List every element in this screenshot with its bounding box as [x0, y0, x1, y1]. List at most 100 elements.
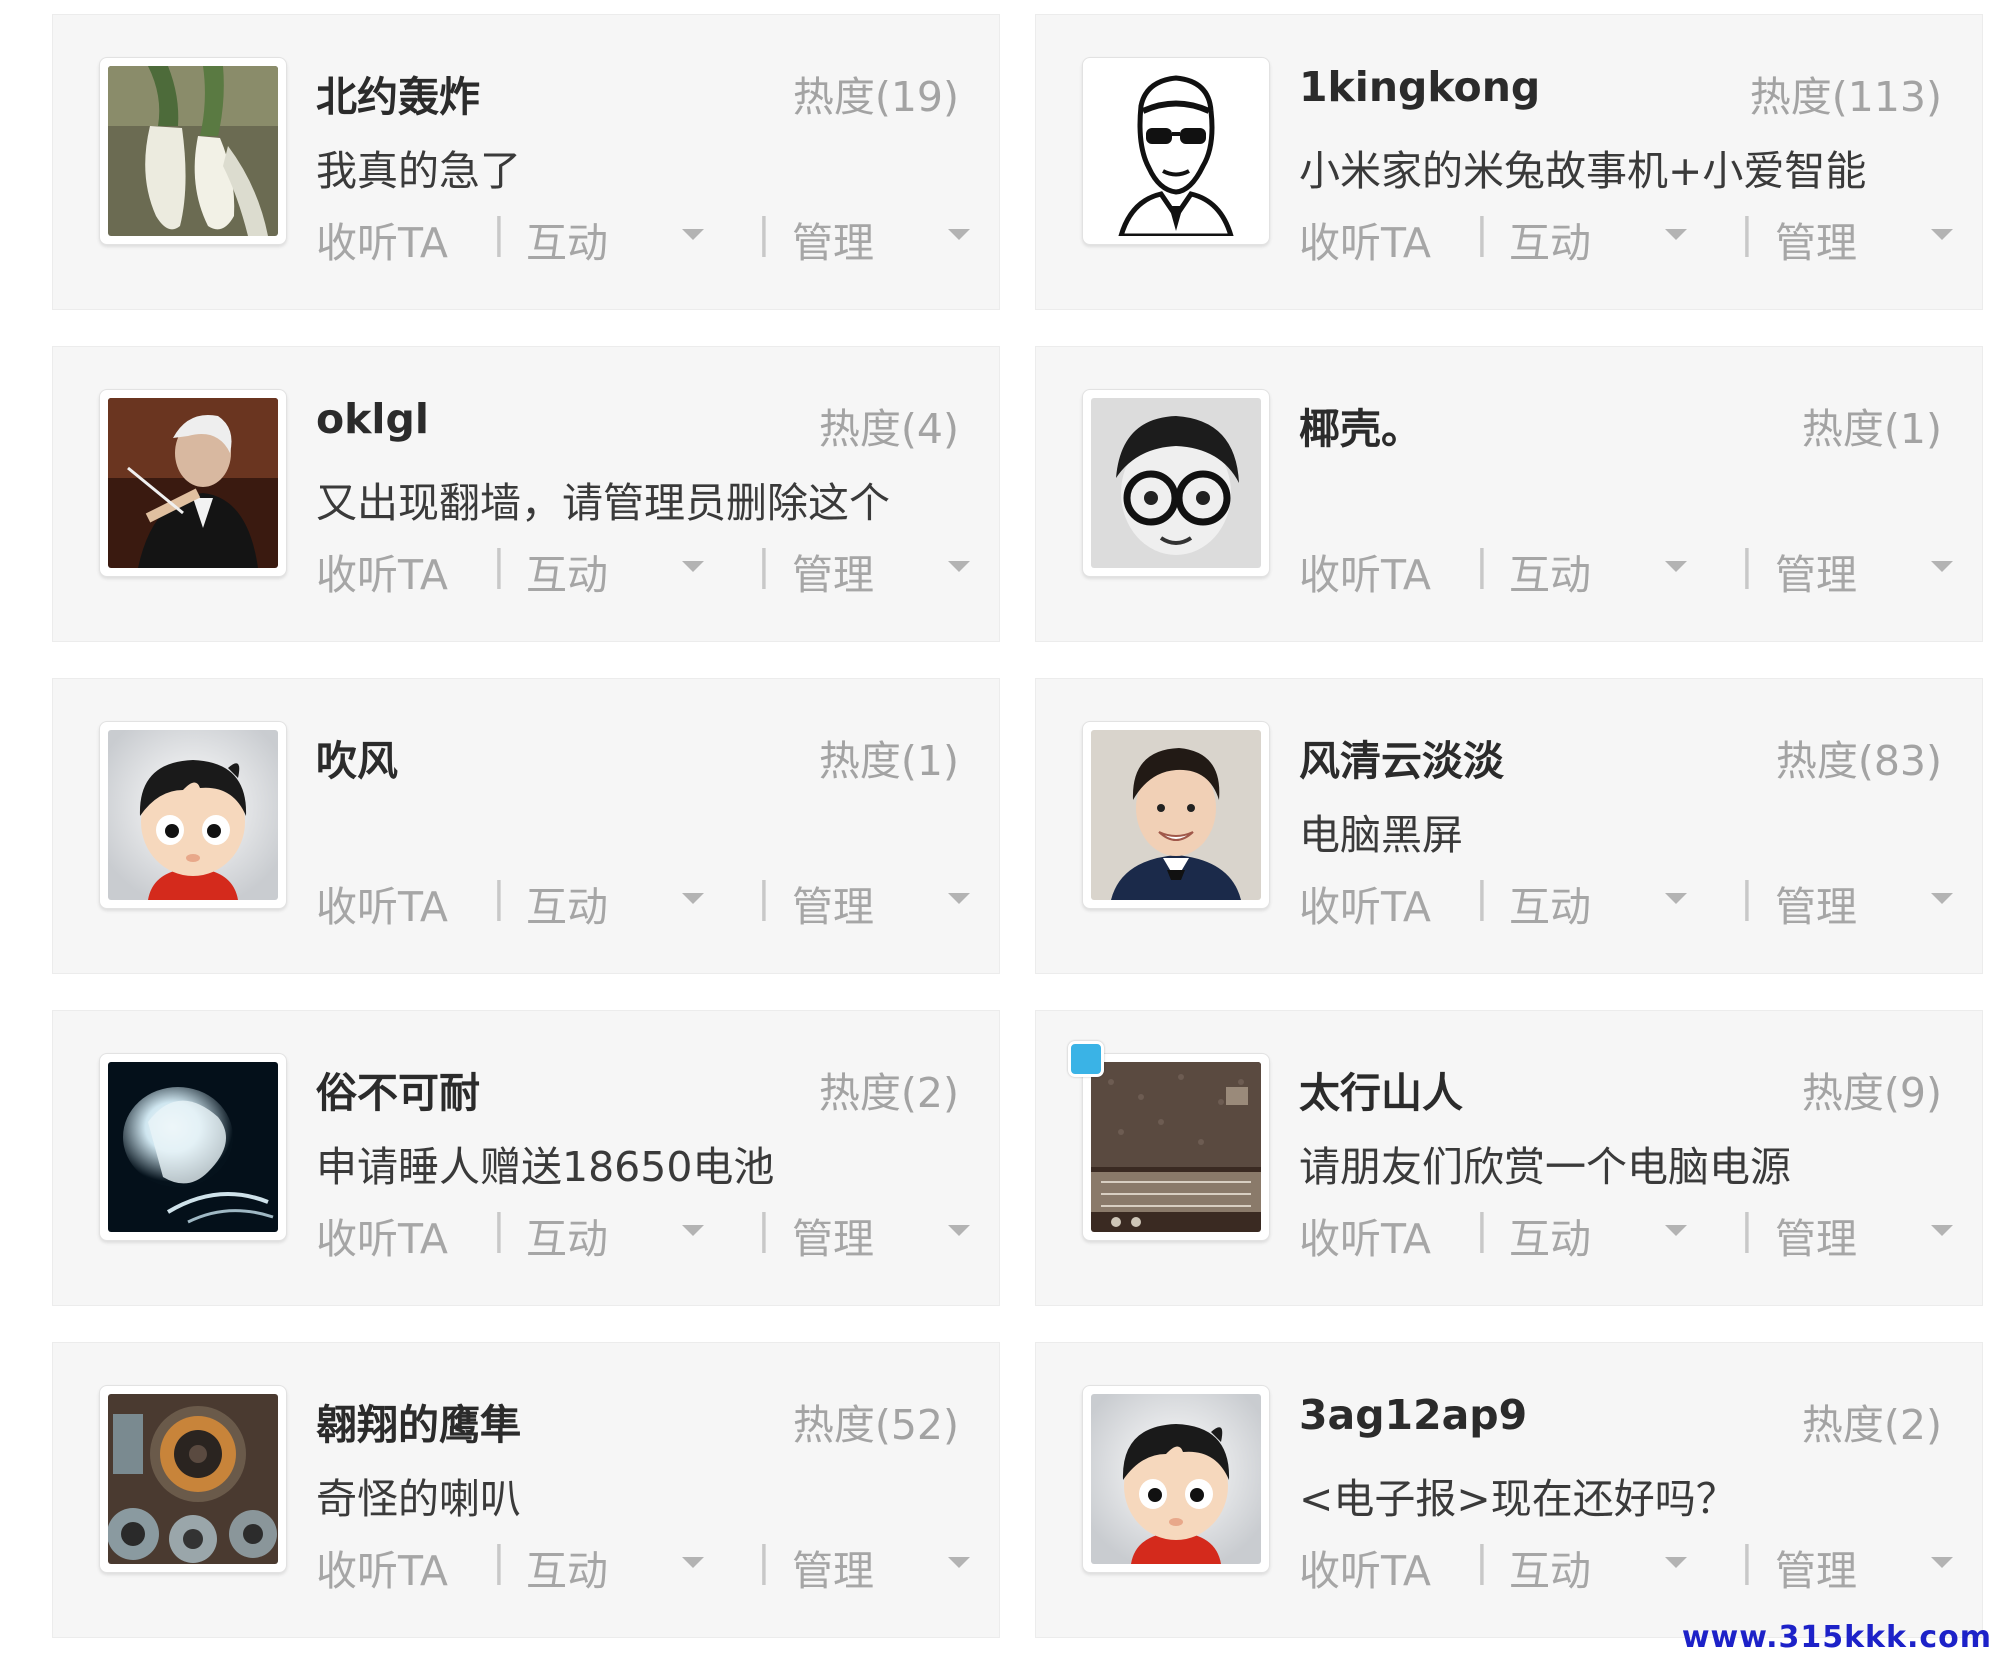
chevron-down-icon[interactable]: [682, 229, 704, 240]
glowing-figure-photo: [108, 1062, 278, 1232]
divider: |: [492, 541, 506, 589]
latest-post-link[interactable]: 我真的急了: [316, 137, 521, 197]
latest-post-link[interactable]: 又出现翻墙，请管理员删除这个: [316, 469, 890, 529]
follow-button[interactable]: 收听TA: [1299, 1537, 1431, 1597]
chevron-down-icon[interactable]: [1931, 229, 1953, 240]
follow-button[interactable]: 收听TA: [1299, 873, 1431, 933]
divider: |: [1740, 1537, 1754, 1585]
interact-dropdown[interactable]: 互动: [526, 209, 608, 269]
user-name[interactable]: 太行山人: [1299, 1059, 1463, 1119]
chevron-down-icon[interactable]: [1665, 1225, 1687, 1236]
latest-post-link[interactable]: 奇怪的喇叭: [316, 1465, 521, 1525]
watermark: www.315kkk.com: [1681, 1620, 1992, 1655]
divider: |: [757, 873, 771, 921]
avatar[interactable]: [1082, 1385, 1270, 1573]
user-name[interactable]: 翱翔的鹰隼: [316, 1391, 521, 1451]
interact-dropdown[interactable]: 互动: [526, 541, 608, 601]
user-card: 吹风 热度(1) 收听TA | 互动 | 管理: [52, 678, 1000, 974]
follow-button[interactable]: 收听TA: [316, 541, 448, 601]
latest-post-link[interactable]: 申请睡人赠送18650电池: [316, 1133, 774, 1193]
manage-dropdown[interactable]: 管理: [1775, 541, 1857, 601]
divider: |: [1475, 1205, 1489, 1253]
latest-post-link[interactable]: 小米家的米兔故事机+小爱智能: [1299, 137, 1866, 197]
avatar[interactable]: [1082, 57, 1270, 245]
manage-dropdown[interactable]: 管理: [792, 1205, 874, 1265]
follow-button[interactable]: 收听TA: [316, 873, 448, 933]
latest-post-link[interactable]: 电脑黑屏: [1299, 801, 1463, 861]
sketch-man-sunglasses: [1091, 66, 1261, 236]
interact-dropdown[interactable]: 互动: [526, 1205, 608, 1265]
chevron-down-icon[interactable]: [1665, 893, 1687, 904]
cartoon-boy-avatar: [1091, 1394, 1261, 1564]
chevron-down-icon[interactable]: [948, 561, 970, 572]
chevron-down-icon[interactable]: [682, 893, 704, 904]
interact-dropdown[interactable]: 互动: [1509, 1537, 1591, 1597]
manage-dropdown[interactable]: 管理: [1775, 1537, 1857, 1597]
chevron-down-icon[interactable]: [1665, 1557, 1687, 1568]
user-name[interactable]: 3ag12ap9: [1299, 1391, 1527, 1439]
manage-dropdown[interactable]: 管理: [792, 541, 874, 601]
interact-dropdown[interactable]: 互动: [526, 1537, 608, 1597]
avatar[interactable]: [99, 1053, 287, 1241]
chevron-down-icon[interactable]: [1931, 1225, 1953, 1236]
chevron-down-icon[interactable]: [682, 1557, 704, 1568]
avatar[interactable]: [99, 57, 287, 245]
avatar[interactable]: [1082, 1053, 1270, 1241]
chevron-down-icon[interactable]: [1931, 561, 1953, 572]
avatar[interactable]: [1082, 389, 1270, 577]
interact-dropdown[interactable]: 互动: [1509, 873, 1591, 933]
manage-dropdown[interactable]: 管理: [792, 873, 874, 933]
follow-button[interactable]: 收听TA: [316, 1537, 448, 1597]
user-card: 翱翔的鹰隼 热度(52) 奇怪的喇叭 收听TA | 互动 | 管理: [52, 1342, 1000, 1638]
manage-dropdown[interactable]: 管理: [792, 1537, 874, 1597]
avatar[interactable]: [1082, 721, 1270, 909]
user-name[interactable]: 俗不可耐: [316, 1059, 480, 1119]
manage-dropdown[interactable]: 管理: [1775, 1205, 1857, 1265]
user-name[interactable]: oklgl: [316, 395, 429, 443]
interact-dropdown[interactable]: 互动: [1509, 541, 1591, 601]
white-radish-photo: [108, 66, 278, 236]
divider: |: [1740, 873, 1754, 921]
divider: |: [757, 209, 771, 257]
manage-dropdown[interactable]: 管理: [792, 209, 874, 269]
follow-button[interactable]: 收听TA: [1299, 209, 1431, 269]
divider: |: [492, 1537, 506, 1585]
chevron-down-icon[interactable]: [1665, 229, 1687, 240]
avatar[interactable]: [99, 1385, 287, 1573]
interact-dropdown[interactable]: 互动: [526, 873, 608, 933]
follow-button[interactable]: 收听TA: [1299, 541, 1431, 601]
manage-dropdown[interactable]: 管理: [1775, 209, 1857, 269]
divider: |: [1475, 873, 1489, 921]
user-name[interactable]: 1kingkong: [1299, 63, 1540, 111]
chevron-down-icon[interactable]: [948, 1557, 970, 1568]
user-card: 椰壳。 热度(1) 收听TA | 互动 | 管理: [1035, 346, 1983, 642]
heat-count: 热度(9): [1801, 1069, 1942, 1117]
cartoon-boy-avatar: [108, 730, 278, 900]
user-name[interactable]: 椰壳。: [1299, 395, 1422, 455]
user-card: 北约轰炸 热度(19) 我真的急了 收听TA | 互动 | 管理: [52, 14, 1000, 310]
chevron-down-icon[interactable]: [948, 1225, 970, 1236]
avatar[interactable]: [99, 721, 287, 909]
follow-button[interactable]: 收听TA: [1299, 1205, 1431, 1265]
avatar[interactable]: [99, 389, 287, 577]
latest-post-link[interactable]: 请朋友们欣赏一个电脑电源: [1299, 1133, 1791, 1193]
heat-count: 热度(19): [792, 73, 959, 121]
chevron-down-icon[interactable]: [948, 229, 970, 240]
user-name[interactable]: 北约轰炸: [316, 63, 480, 123]
user-card: oklgl 热度(4) 又出现翻墙，请管理员删除这个 收听TA | 互动 | 管…: [52, 346, 1000, 642]
chevron-down-icon[interactable]: [948, 893, 970, 904]
user-card: 太行山人 热度(9) 请朋友们欣赏一个电脑电源 收听TA | 互动 | 管理: [1035, 1010, 1983, 1306]
latest-post-link[interactable]: <电子报>现在还好吗？: [1299, 1465, 1737, 1525]
interact-dropdown[interactable]: 互动: [1509, 1205, 1591, 1265]
user-name[interactable]: 风清云淡淡: [1299, 727, 1504, 787]
manage-dropdown[interactable]: 管理: [1775, 873, 1857, 933]
chevron-down-icon[interactable]: [1931, 1557, 1953, 1568]
chevron-down-icon[interactable]: [1665, 561, 1687, 572]
chevron-down-icon[interactable]: [682, 561, 704, 572]
follow-button[interactable]: 收听TA: [316, 209, 448, 269]
chevron-down-icon[interactable]: [1931, 893, 1953, 904]
user-name[interactable]: 吹风: [316, 727, 398, 787]
interact-dropdown[interactable]: 互动: [1509, 209, 1591, 269]
follow-button[interactable]: 收听TA: [316, 1205, 448, 1265]
chevron-down-icon[interactable]: [682, 1225, 704, 1236]
